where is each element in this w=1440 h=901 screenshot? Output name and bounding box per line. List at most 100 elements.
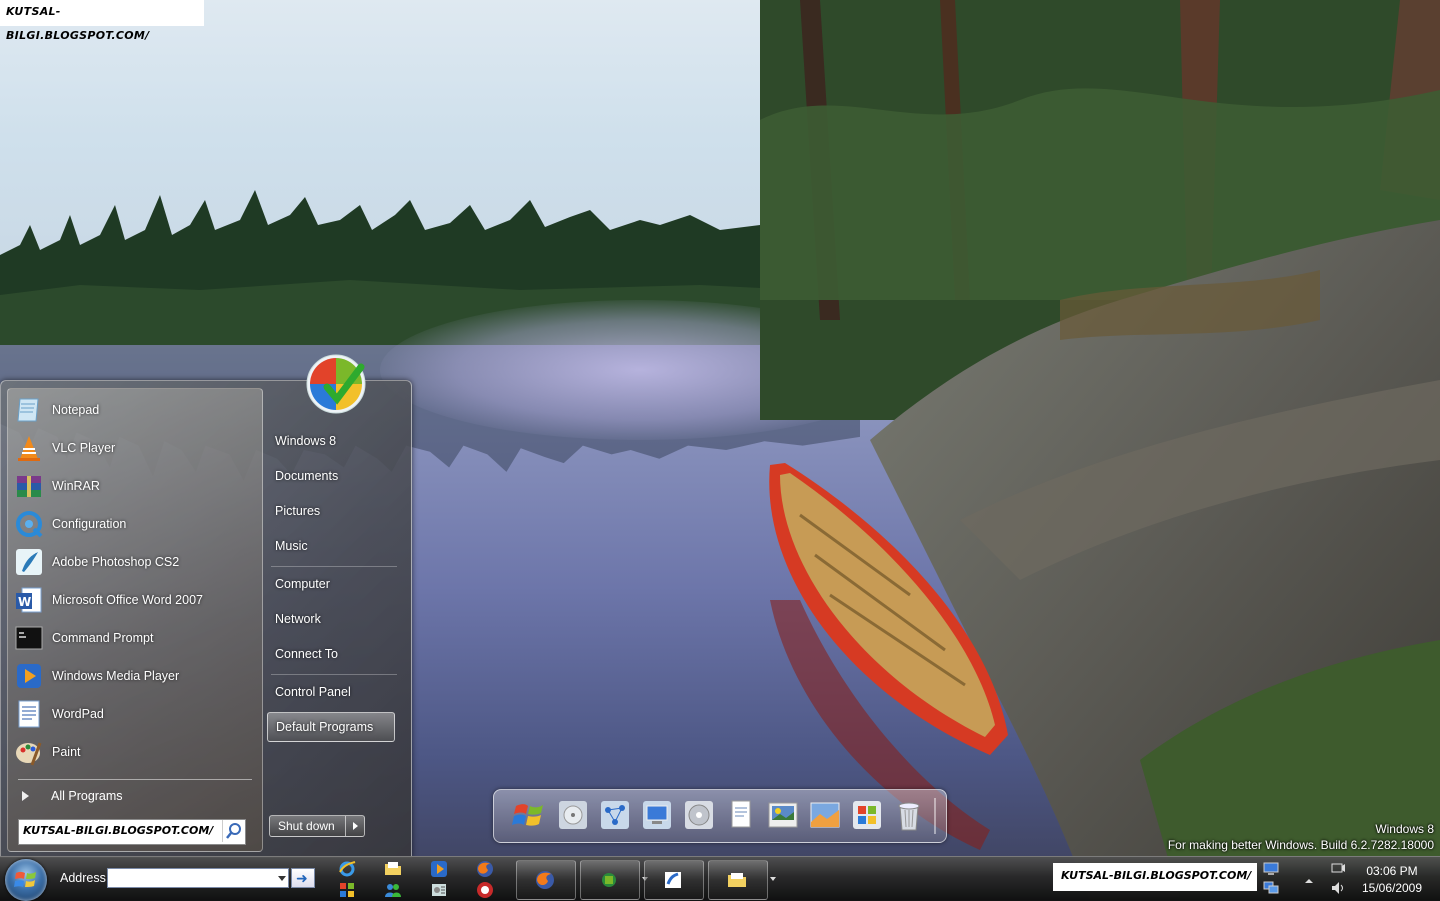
- wallpaper-canoe: [769, 463, 1008, 755]
- places-divider: [271, 674, 397, 675]
- chevron-up-icon[interactable]: [1301, 873, 1317, 887]
- folder-icon[interactable]: [384, 860, 402, 878]
- windows-logo-icon[interactable]: [512, 798, 546, 832]
- clock-date: 15/06/2009: [1361, 881, 1423, 895]
- display-icon[interactable]: [640, 798, 674, 832]
- program-label: VLC Player: [52, 441, 116, 455]
- search-watermark: KUTSAL-BILGI.BLOGSPOT.COM/: [23, 824, 214, 837]
- winrar-icon: [17, 476, 41, 497]
- browser-icon: [665, 872, 681, 888]
- start-button[interactable]: [5, 859, 47, 901]
- settings-icon[interactable]: [430, 881, 448, 899]
- users-icon[interactable]: [384, 881, 402, 899]
- shutdown-options-arrow-icon[interactable]: [345, 815, 365, 837]
- dock-bar: [493, 789, 947, 843]
- notepad-icon: [17, 398, 39, 422]
- command-prompt-icon: [15, 626, 43, 650]
- vlc-icon: [18, 436, 40, 461]
- internet-explorer-icon[interactable]: [338, 860, 356, 878]
- program-item-vlc[interactable]: VLC Player: [14, 431, 254, 465]
- place-item-windows-8[interactable]: Windows 8: [267, 426, 395, 456]
- monitor-tray-icon[interactable]: [1263, 862, 1279, 876]
- search-icon[interactable]: [222, 820, 245, 842]
- place-item-connect-to[interactable]: Connect To: [267, 639, 395, 669]
- shutdown-control: Shut down: [269, 815, 365, 837]
- media-player-icon[interactable]: [430, 860, 448, 878]
- start-menu-divider: [18, 779, 252, 780]
- taskbar-button-firefox[interactable]: [516, 860, 576, 900]
- dvd-icon[interactable]: [682, 798, 716, 832]
- clock-time: 03:06 PM: [1366, 864, 1418, 878]
- start-menu-places-pane: Windows 8 Documents Pictures Music Compu…: [263, 354, 409, 851]
- start-menu: Notepad VLC Player WinRAR Configuration …: [0, 354, 412, 858]
- word-icon: W: [16, 587, 42, 613]
- taskbar-button-network[interactable]: [580, 860, 648, 900]
- media-player-icon: [17, 664, 41, 688]
- program-item-photoshop[interactable]: Adobe Photoshop CS2: [14, 545, 254, 579]
- photoshop-icon: [16, 549, 42, 575]
- build-info-title: Windows 8: [1375, 822, 1434, 836]
- pictures-icon[interactable]: [808, 798, 842, 832]
- svg-text:W: W: [18, 595, 31, 609]
- address-label: Address: [60, 871, 106, 885]
- program-label: Windows Media Player: [52, 669, 180, 683]
- place-item-default-programs[interactable]: Default Programs: [267, 712, 395, 742]
- program-item-wordpad[interactable]: WordPad: [14, 697, 254, 731]
- start-search-box[interactable]: KUTSAL-BILGI.BLOGSPOT.COM/: [18, 819, 246, 845]
- chevron-down-icon[interactable]: [770, 877, 776, 881]
- dock-separator: [934, 798, 936, 834]
- program-item-winrar[interactable]: WinRAR: [14, 469, 254, 503]
- windows-flag-icon[interactable]: [850, 798, 884, 832]
- watermark-banner: KUTSAL-BILGI.BLOGSPOT.COM/: [0, 0, 204, 42]
- program-label: Configuration: [52, 517, 127, 531]
- firefox-alt-icon[interactable]: [476, 881, 494, 899]
- wordpad-icon: [18, 700, 40, 728]
- chevron-right-icon: [22, 791, 29, 801]
- program-item-paint[interactable]: Paint: [14, 735, 254, 769]
- program-item-word[interactable]: W Microsoft Office Word 2007: [14, 583, 254, 617]
- taskbar-button-folder[interactable]: [708, 860, 776, 900]
- program-item-media-player[interactable]: Windows Media Player: [14, 659, 254, 693]
- action-center-flag-icon[interactable]: [1330, 862, 1346, 876]
- places-divider: [271, 566, 397, 567]
- program-item-configuration[interactable]: Configuration: [14, 507, 254, 541]
- configuration-icon: [16, 511, 43, 538]
- start-menu-programs-pane: Notepad VLC Player WinRAR Configuration …: [7, 388, 263, 852]
- all-programs-label: All Programs: [51, 789, 123, 803]
- place-item-control-panel[interactable]: Control Panel: [267, 677, 395, 707]
- document-icon[interactable]: [724, 798, 758, 832]
- shutdown-button[interactable]: Shut down: [269, 815, 346, 837]
- program-label: WordPad: [52, 707, 104, 721]
- volume-icon[interactable]: [1330, 881, 1346, 895]
- all-programs-button[interactable]: All Programs: [16, 785, 123, 807]
- program-label: Paint: [52, 745, 81, 759]
- controls-icon[interactable]: [338, 881, 356, 899]
- network-tray-icon[interactable]: [1263, 881, 1279, 895]
- photo-viewer-icon[interactable]: [766, 798, 800, 832]
- taskbar: Address KUTSAL-BILGI.BLOGSPOT.COM/ 03:06…: [0, 856, 1440, 901]
- place-item-computer[interactable]: Computer: [267, 569, 395, 599]
- system-clock[interactable]: 03:06 PM 15/06/2009: [1352, 863, 1432, 897]
- network-icon: [602, 873, 616, 887]
- taskbar-button-browser[interactable]: [644, 860, 704, 900]
- user-picture-windows-logo-icon[interactable]: [305, 353, 367, 415]
- paint-icon: [16, 742, 42, 766]
- address-go-button[interactable]: [291, 868, 315, 888]
- place-item-pictures[interactable]: Pictures: [267, 496, 395, 526]
- network-icon[interactable]: [598, 798, 632, 832]
- firefox-icon: [536, 871, 554, 889]
- program-item-command-prompt[interactable]: Command Prompt: [14, 621, 254, 655]
- program-item-notepad[interactable]: Notepad: [14, 393, 254, 427]
- place-item-network[interactable]: Network: [267, 604, 395, 634]
- disc-drive-icon[interactable]: [556, 798, 590, 832]
- place-item-documents[interactable]: Documents: [267, 461, 395, 491]
- firefox-icon[interactable]: [476, 860, 494, 878]
- place-item-music[interactable]: Music: [267, 531, 395, 561]
- recycle-bin-icon[interactable]: [892, 798, 926, 832]
- windows-logo-icon: [14, 871, 36, 887]
- chevron-down-icon[interactable]: [278, 876, 286, 881]
- build-info: Windows 8 For making better Windows. Bui…: [1168, 821, 1434, 853]
- address-input[interactable]: [107, 868, 289, 888]
- program-label: Notepad: [52, 403, 100, 417]
- build-info-detail: For making better Windows. Build 6.2.728…: [1167, 838, 1434, 852]
